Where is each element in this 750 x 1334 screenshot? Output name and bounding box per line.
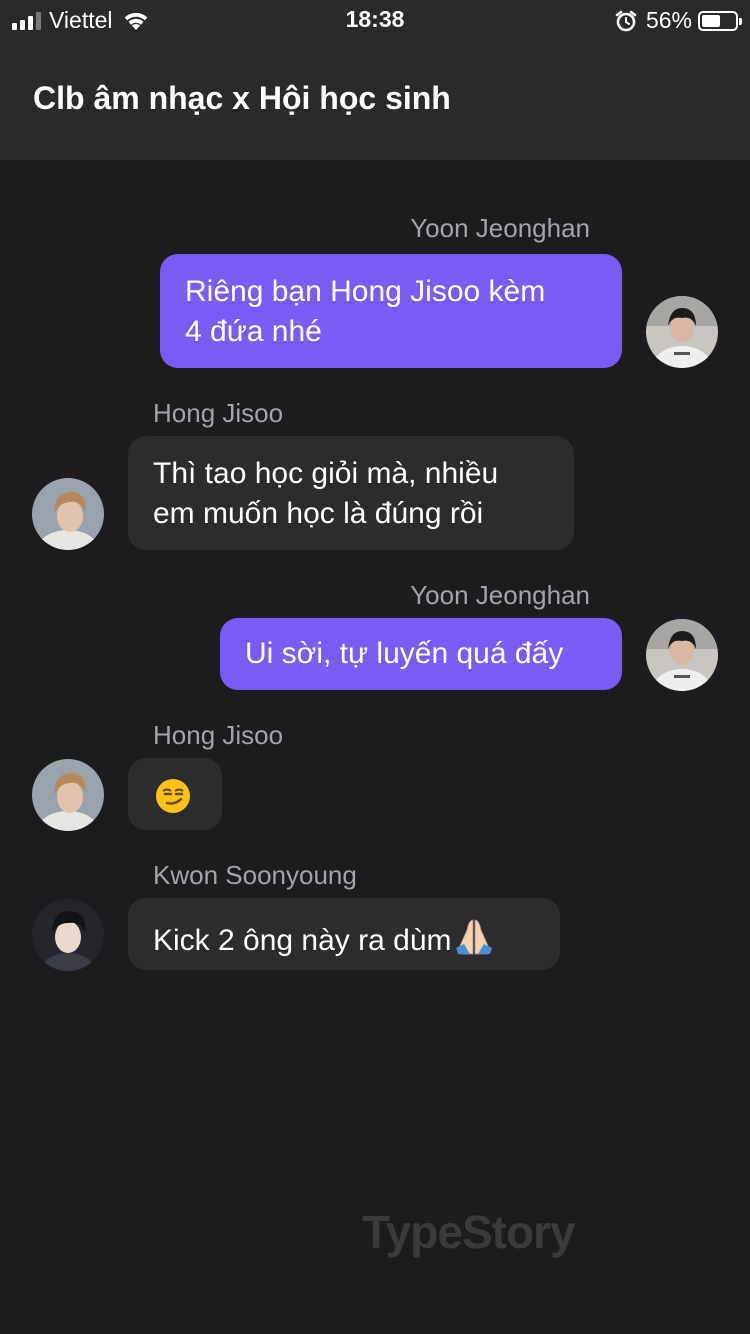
message-line: Kick 2 ông này ra dùm bbox=[153, 924, 452, 957]
sender-name: Yoon Jeonghan bbox=[410, 580, 590, 610]
message-line: em muốn học là đúng rồi bbox=[153, 497, 484, 530]
alarm-icon bbox=[615, 10, 637, 31]
message-line: Riêng bạn Hong Jisoo kèm bbox=[185, 275, 546, 308]
message-bubble-outgoing[interactable]: Riêng bạn Hong Jisoo kèm 4 đứa nhé bbox=[160, 254, 622, 368]
avatar-hong-jisoo[interactable] bbox=[32, 478, 104, 550]
avatar-yoon-jeonghan[interactable] bbox=[646, 619, 718, 691]
folded-hands-icon bbox=[455, 919, 492, 955]
smirking-face-icon bbox=[156, 779, 190, 814]
status-bar: Viettel 18:38 56% bbox=[0, 0, 750, 40]
battery-icon bbox=[698, 10, 742, 31]
battery-percentage: 56% bbox=[645, 7, 692, 33]
message-bubble-incoming[interactable] bbox=[128, 758, 222, 830]
chat-title: Clb âm nhạc x Hội học sinh bbox=[33, 80, 451, 116]
message-bubble-outgoing[interactable]: Ui sời, tự luyến quá đấy bbox=[220, 618, 622, 690]
message-line: Thì tao học giỏi mà, nhiều bbox=[153, 457, 499, 490]
message-bubble-incoming[interactable]: Kick 2 ông này ra dùm bbox=[128, 898, 560, 970]
watermark-logo: TypeStory bbox=[362, 1206, 576, 1258]
chat-header: Clb âm nhạc x Hội học sinh bbox=[0, 40, 750, 160]
avatar-yoon-jeonghan[interactable] bbox=[646, 296, 718, 368]
avatar-kwon-soonyoung[interactable] bbox=[32, 899, 104, 971]
message-line: 4 đứa nhé bbox=[185, 315, 322, 348]
sender-name: Hong Jisoo bbox=[153, 398, 284, 428]
sender-name: Kwon Soonyoung bbox=[153, 860, 357, 890]
sender-name: Hong Jisoo bbox=[153, 720, 284, 750]
message-bubble-incoming[interactable]: Thì tao học giỏi mà, nhiều em muốn học l… bbox=[128, 436, 574, 550]
sender-name: Yoon Jeonghan bbox=[410, 213, 590, 243]
message-line: Ui sời, tự luyến quá đấy bbox=[245, 637, 564, 670]
avatar-hong-jisoo[interactable] bbox=[32, 759, 104, 831]
